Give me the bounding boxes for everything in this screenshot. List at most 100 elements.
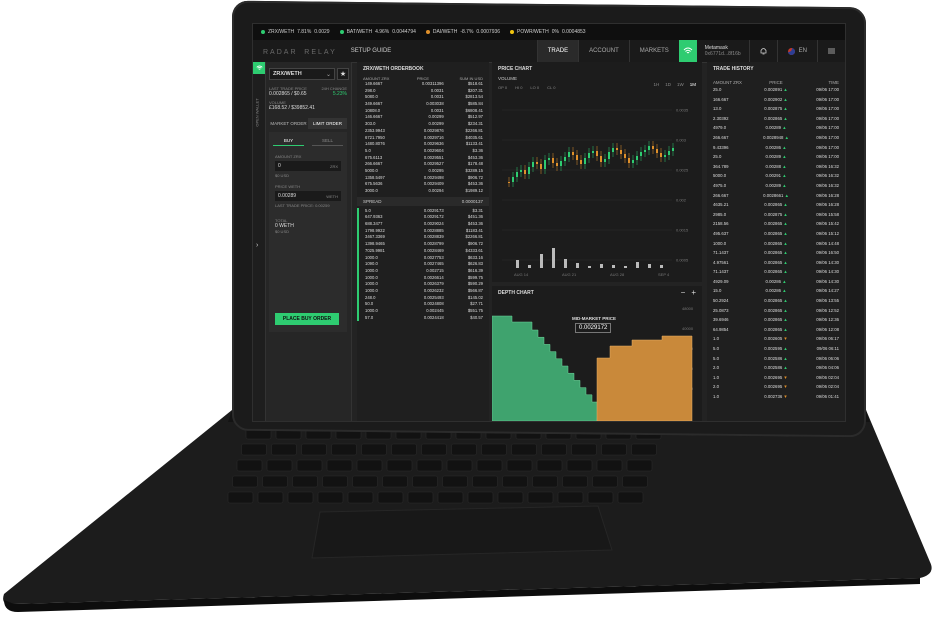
open-wallet-label[interactable]: OPEN WALLET: [255, 98, 260, 126]
price-input[interactable]: 0.00289 WETH: [275, 191, 341, 201]
trade-history-row[interactable]: 2.0 0.002695 ▼ 09/06 02:04: [707, 382, 845, 392]
keyboard-key[interactable]: [416, 459, 443, 472]
keyboard-key[interactable]: [287, 491, 314, 504]
keyboard-key[interactable]: [481, 443, 507, 456]
connection-icon[interactable]: [678, 40, 697, 62]
trade-history-row[interactable]: 25.0 0.002891 ▲ 09/06 17:00: [707, 85, 845, 95]
keyboard-key[interactable]: [322, 475, 348, 488]
trade-history-row[interactable]: 2158.56 0.002865 ▲ 09/06 15:42: [707, 219, 845, 229]
keyboard-key[interactable]: [476, 459, 503, 472]
keyboard-key[interactable]: [467, 491, 494, 504]
trade-history-row[interactable]: 266.667 0.0028948 ▲ 09/06 17:00: [707, 133, 845, 143]
keyboard-key[interactable]: [631, 443, 657, 456]
orderbook-row[interactable]: 5.0 0.0029173 $3.31: [357, 207, 489, 215]
trade-history-row[interactable]: 266.667 0.0028661 ▲ 09/06 16:28: [707, 191, 845, 201]
trade-history-row[interactable]: 25.0 0.00289 ▲ 09/06 17:00: [707, 152, 845, 162]
keyboard-key[interactable]: [296, 459, 323, 472]
keyboard-key[interactable]: [617, 491, 644, 504]
orderbook-row[interactable]: 5.0 0.0029604 $3.36: [357, 147, 489, 155]
trackpad[interactable]: [311, 505, 613, 559]
orderbook-row[interactable]: 1480.8076 0.0029636 $1133.41: [357, 141, 489, 148]
orderbook-row[interactable]: 1000.0 0.0026232 $566.87: [357, 287, 489, 295]
depth-plot[interactable]: 48000400003200024000160008000: [492, 286, 702, 421]
language-select[interactable]: EN: [776, 40, 817, 62]
orderbook-row[interactable]: 675.6113 0.0029551 $453.36: [357, 154, 489, 162]
trade-history-row[interactable]: 25.0873 0.002865 ▲ 09/06 12:52: [707, 306, 845, 316]
sell-tab[interactable]: SELL: [312, 138, 343, 146]
trade-history-row[interactable]: 5.0 0.002586 ▲ 09/06 06:06: [707, 354, 845, 364]
trade-history-row[interactable]: 2.0 0.002586 ▲ 09/06 04:06: [707, 363, 845, 373]
tab-account[interactable]: ACCOUNT: [578, 40, 629, 62]
ticker-item[interactable]: POWR/WETH 0% 0.0004853: [510, 29, 586, 35]
keyboard-key[interactable]: [437, 491, 464, 504]
orderbook-row[interactable]: 5000.0 0.00295 $3289.15: [357, 167, 489, 175]
orderbook-row[interactable]: 675.5636 0.0029409 $453.36: [357, 181, 489, 188]
trade-history-row[interactable]: 71.1437 0.002865 ▲ 09/06 14:30: [707, 267, 845, 277]
chevron-right-icon[interactable]: ›: [256, 242, 258, 249]
keyboard-key[interactable]: [257, 491, 284, 504]
orderbook-row[interactable]: 1798.9922 0.0028885 $1183.41: [357, 227, 489, 235]
orderbook-row[interactable]: 57.0 0.0024418 $40.57: [357, 314, 489, 322]
trade-history-row[interactable]: 39.6946 0.002865 ▲ 09/06 12:36: [707, 315, 845, 325]
trade-history-row[interactable]: 64.9854 0.002865 ▲ 09/06 12:08: [707, 325, 845, 335]
keyboard-key[interactable]: [232, 475, 258, 488]
keyboard-key[interactable]: [446, 459, 473, 472]
wallet-wifi-icon[interactable]: [253, 62, 265, 74]
keyboard-key[interactable]: [356, 459, 383, 472]
trade-history-row[interactable]: 13.0 0.002875 ▲ 09/06 17:00: [707, 104, 845, 114]
trade-history-row[interactable]: 4929.09 0.00286 ▲ 09/06 14:30: [707, 277, 845, 287]
orderbook-row[interactable]: 1000.0 0.0026379 $590.29: [357, 281, 489, 288]
trade-history-row[interactable]: 1000.0 0.002865 ▲ 09/06 14:48: [707, 239, 845, 249]
keyboard-key[interactable]: [352, 475, 378, 488]
star-icon[interactable]: ★: [337, 68, 349, 80]
trade-history-row[interactable]: 4635.21 0.002865 ▲ 09/06 16:28: [707, 200, 845, 210]
trade-history-row[interactable]: 9.43396 0.00286 ▲ 09/06 17:00: [707, 143, 845, 153]
logo[interactable]: RADAR RELAY: [253, 46, 337, 57]
keyboard-key[interactable]: [566, 459, 593, 472]
candlestick-plot[interactable]: 0.0035 0.003 0.0025 0.002 0.0015 0.0005 AUG 14…: [492, 62, 702, 282]
keyboard-key[interactable]: [266, 459, 293, 472]
ticker-item[interactable]: DAI/WETH -8.7% 0.0007936: [425, 29, 500, 35]
trade-history-row[interactable]: 5000.0 0.00291 ▲ 09/06 16:32: [707, 171, 845, 181]
orderbook-row[interactable]: 349.6667 0.003038 $585.84: [357, 101, 489, 108]
keyboard-key[interactable]: [536, 459, 563, 472]
trade-history-row[interactable]: 4979.0 0.00289 ▲ 09/06 17:00: [707, 123, 845, 133]
amount-input[interactable]: 0 ZRX: [275, 161, 341, 171]
keyboard-key[interactable]: [292, 475, 318, 488]
orderbook-row[interactable]: 1000.0 0.0027753 $633.16: [357, 254, 489, 262]
trade-history-row[interactable]: 1.0 0.002605 ▼ 09/06 06:17: [707, 334, 845, 344]
orderbook-row[interactable]: 3467.3369 0.0028839 $2266.81: [357, 234, 489, 242]
orderbook-row[interactable]: 146.6667 0.00299 $512.97: [357, 114, 489, 122]
tab-market-order[interactable]: MARKET ORDER: [269, 118, 308, 129]
orderbook-row[interactable]: 10808.0 0.0031 $6808.41: [357, 107, 489, 115]
ticker-item[interactable]: BAT/WETH 4.96% 0.0044794: [339, 29, 416, 35]
bell-icon[interactable]: [748, 40, 777, 62]
orderbook-row[interactable]: 50.0 0.0024808 $27.71: [357, 301, 489, 308]
keyboard-key[interactable]: [262, 475, 288, 488]
keyboard-key[interactable]: [326, 459, 353, 472]
orderbook-row[interactable]: 248.0 0.0025493 $145.02: [357, 294, 489, 302]
keyboard-key[interactable]: [506, 459, 533, 472]
trade-history-row[interactable]: 4.97561 0.002865 ▲ 09/06 14:30: [707, 258, 845, 268]
orderbook-row[interactable]: 1000.0 0.002715 $616.39: [357, 267, 489, 275]
keyboard-key[interactable]: [241, 443, 267, 456]
menu-icon[interactable]: [817, 40, 845, 62]
orderbook-row[interactable]: 1000.0 0.002445 $551.75: [357, 308, 489, 315]
keyboard-key[interactable]: [331, 443, 357, 456]
trade-history-row[interactable]: 166.667 0.002902 ▲ 09/06 17:00: [707, 95, 845, 105]
buy-tab[interactable]: BUY: [273, 138, 304, 146]
keyboard-key[interactable]: [587, 491, 614, 504]
orderbook-row[interactable]: 7025.9981 0.0028469 $4333.61: [357, 247, 489, 255]
keyboard-key[interactable]: [347, 491, 374, 504]
keyboard-key[interactable]: [377, 491, 404, 504]
keyboard-key[interactable]: [571, 443, 597, 456]
orderbook-row[interactable]: 1000.0 0.0026614 $599.75: [357, 274, 489, 282]
keyboard-key[interactable]: [502, 475, 528, 488]
orderbook-row[interactable]: 2353.9943 0.0029876 $2266.81: [357, 127, 489, 135]
keyboard-key[interactable]: [596, 459, 623, 472]
place-buy-order-button[interactable]: PLACE BUY ORDER: [275, 313, 339, 325]
keyboard-key[interactable]: [386, 459, 413, 472]
keyboard-key[interactable]: [412, 475, 438, 488]
tab-limit-order[interactable]: LIMIT ORDER: [308, 118, 347, 129]
keyboard-key[interactable]: [407, 491, 434, 504]
